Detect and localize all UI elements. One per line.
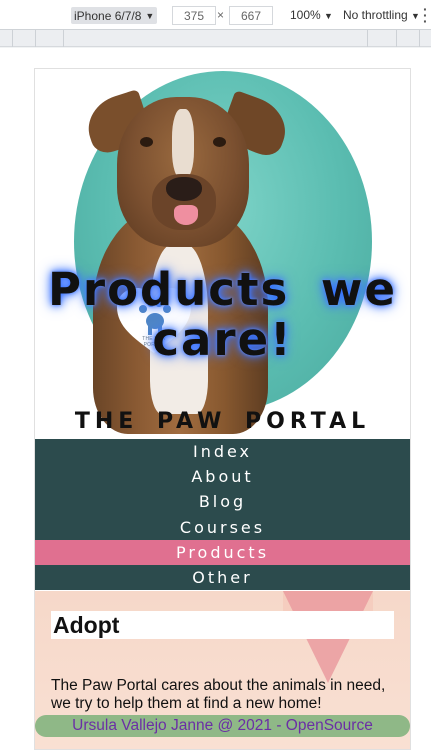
height-input[interactable]: 667 [229, 6, 273, 25]
throttling-label: No throttling [343, 8, 408, 22]
zoom-select[interactable]: 100% ▼ [290, 8, 333, 22]
nav-item-products[interactable]: Products [35, 539, 410, 565]
nav-item-courses[interactable]: Courses [35, 514, 410, 540]
width-input[interactable]: 375 [172, 6, 216, 25]
zoom-label: 100% [290, 8, 321, 22]
page-title: Products we care! [47, 263, 398, 366]
brand-name: THE PAW PORTAL [74, 409, 371, 434]
main-navigation: Index About Blog Courses Products Other [35, 439, 410, 591]
hero-header: THE PAW PORTAL Products we care! THE PAW… [35, 69, 410, 439]
section-title: Adopt [51, 611, 394, 639]
nav-item-blog[interactable]: Blog [35, 489, 410, 515]
nav-item-about[interactable]: About [35, 464, 410, 490]
dropdown-arrow-icon: ▼ [411, 11, 420, 21]
throttling-select[interactable]: No throttling ▼ [343, 8, 420, 22]
nav-item-index[interactable]: Index [35, 439, 410, 465]
times-symbol: × [217, 8, 225, 22]
device-select[interactable]: iPhone 6/7/8 ▼ [71, 7, 158, 24]
footer: Ursula Vallejo Janne @ 2021 - OpenSource [35, 715, 410, 737]
section-text: The Paw Portal cares about the animals i… [51, 677, 386, 712]
dropdown-arrow-icon: ▼ [145, 10, 155, 21]
nav-item-other[interactable]: Other [35, 564, 410, 591]
media-query-ruler [0, 30, 431, 47]
dropdown-arrow-icon: ▼ [324, 11, 333, 21]
device-viewport: THE PAW PORTAL Products we care! THE PAW… [34, 68, 411, 750]
devtools-device-toolbar: iPhone 6/7/8 ▼ 375 × 667 100% ▼ No throt… [0, 0, 431, 30]
device-label: iPhone 6/7/8 [74, 8, 142, 23]
more-options-icon[interactable]: · · · [423, 2, 431, 28]
